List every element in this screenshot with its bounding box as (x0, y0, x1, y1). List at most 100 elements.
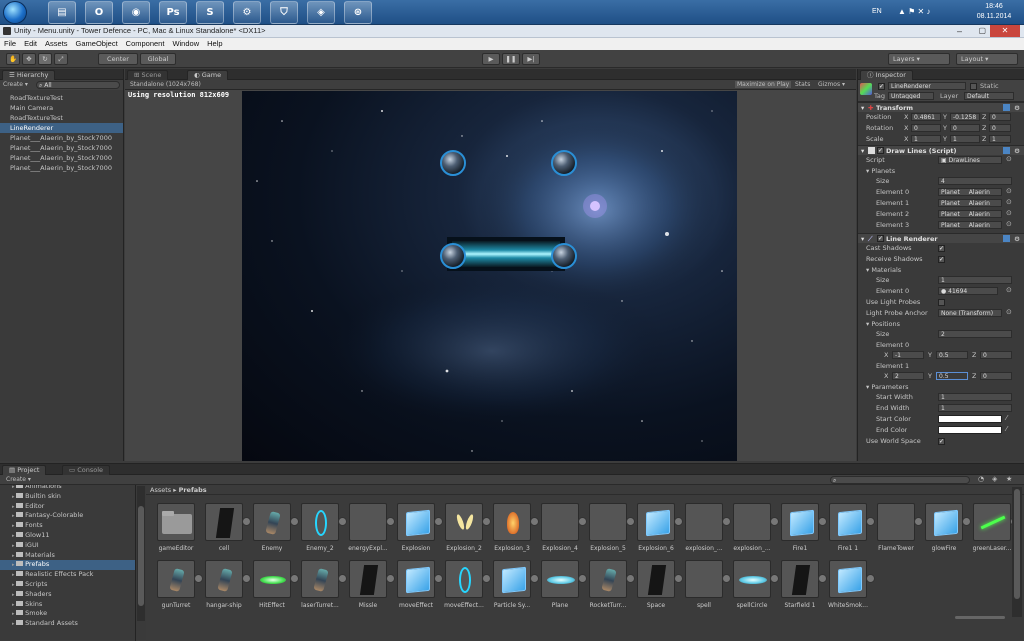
asset-item[interactable]: Explosion_5 (588, 503, 635, 552)
asset-item[interactable]: moveEffect (396, 560, 443, 609)
scale-tool-button[interactable]: ⤢ (54, 53, 68, 65)
position-x-field[interactable]: -1 (892, 351, 924, 359)
object-picker-icon[interactable]: ⊙ (1006, 187, 1012, 195)
expand-prefab-arrow-icon[interactable] (242, 574, 251, 583)
menu-gameobject[interactable]: GameObject (76, 38, 118, 50)
asset-item[interactable]: Fire1 (780, 503, 827, 552)
expand-prefab-arrow-icon[interactable] (770, 574, 779, 583)
asset-item[interactable]: laserTurret... (300, 560, 347, 609)
folder-item[interactable]: ▸ Shaders (0, 590, 135, 600)
expand-prefab-arrow-icon[interactable] (290, 574, 299, 583)
transform-x-field[interactable]: 0 (911, 124, 941, 132)
asset-item[interactable]: WhiteSmok... (828, 560, 875, 609)
planets-foldout[interactable]: ▾ Planets (858, 166, 1024, 176)
folder-item[interactable]: ▸ iGUI (0, 541, 135, 551)
play-button[interactable]: ▶ (482, 53, 500, 65)
help-icon[interactable] (1003, 104, 1010, 111)
filter-type-icon[interactable]: ◔ (978, 475, 984, 483)
layers-dropdown[interactable]: Layers ▾ (888, 53, 950, 65)
menu-edit[interactable]: Edit (24, 38, 37, 50)
tray-icons[interactable]: ▲ ⚑ ✕ ♪ (898, 7, 930, 16)
clock-time[interactable]: 18:46 (974, 3, 1014, 10)
breadcrumb-prefabs[interactable]: Prefabs (179, 486, 207, 494)
pivot-center-button[interactable]: Center (98, 53, 138, 65)
static-checkbox[interactable] (970, 83, 977, 90)
expand-prefab-arrow-icon[interactable] (338, 574, 347, 583)
component-enabled-checkbox[interactable]: ✓ (877, 147, 884, 154)
language-indicator[interactable]: EN (872, 8, 882, 15)
asset-item[interactable]: Fire1 1 (828, 503, 875, 552)
object-name-field[interactable]: LineRenderer (888, 82, 966, 90)
asset-item[interactable]: gameEditor (156, 503, 196, 552)
asset-item[interactable]: Explosion_2 (444, 503, 491, 552)
expand-prefab-arrow-icon[interactable] (674, 517, 683, 526)
hierarchy-search-input[interactable]: ⌕ All (36, 81, 120, 89)
position-z-field[interactable]: 0 (980, 372, 1012, 380)
asset-item[interactable]: glowFire (924, 503, 971, 552)
menu-assets[interactable]: Assets (45, 38, 68, 50)
move-tool-button[interactable]: ✥ (22, 53, 36, 65)
planet-element-field[interactable]: Planet___Alaerin (938, 210, 1002, 218)
position-element-label[interactable]: Element 1 (858, 361, 1024, 371)
asset-item[interactable]: Explosion_6 (636, 503, 683, 552)
script-field[interactable]: ▣ DrawLines (938, 156, 1002, 164)
hierarchy-item[interactable]: LineRenderer (0, 123, 123, 133)
expand-prefab-arrow-icon[interactable] (434, 517, 443, 526)
folder-item[interactable]: ▸ Glow11 (0, 531, 135, 541)
hand-tool-button[interactable]: ✋ (6, 53, 20, 65)
expand-prefab-arrow-icon[interactable] (722, 517, 731, 526)
asset-item[interactable]: spell (684, 560, 731, 609)
asset-item[interactable]: Missle (348, 560, 395, 609)
end-width-field[interactable]: 1 (938, 404, 1012, 412)
start-button[interactable] (3, 1, 27, 24)
minimize-button[interactable]: – (957, 25, 962, 37)
folder-scrollbar[interactable] (137, 486, 145, 621)
expand-prefab-arrow-icon[interactable] (194, 574, 203, 583)
hierarchy-item[interactable]: Planet___Alaerin_by_Stock7000 (0, 143, 123, 153)
material-element-field[interactable]: ● 41694 (938, 287, 998, 295)
gizmos-dropdown[interactable]: Gizmos ▾ (818, 81, 845, 88)
hierarchy-item[interactable]: Planet___Alaerin_by_Stock7000 (0, 153, 123, 163)
tab-game[interactable]: ◐ Game (187, 70, 229, 80)
step-button[interactable]: ▶| (522, 53, 540, 65)
object-picker-icon[interactable]: ⊙ (1006, 308, 1012, 316)
object-picker-icon[interactable]: ⊙ (1006, 155, 1012, 163)
expand-prefab-arrow-icon[interactable] (578, 574, 587, 583)
start-color-swatch[interactable] (938, 415, 1002, 423)
object-picker-icon[interactable]: ⊙ (1006, 198, 1012, 206)
position-element-label[interactable]: Element 0 (858, 340, 1024, 350)
close-button[interactable]: ✕ (990, 25, 1020, 37)
tab-hierarchy[interactable]: ☰ Hierarchy (2, 70, 56, 80)
pause-button[interactable]: ❚❚ (502, 53, 520, 65)
draw-lines-header[interactable]: ▾ ✓ Draw Lines (Script) ⚙ (858, 145, 1024, 155)
asset-item[interactable]: Plane (540, 560, 587, 609)
network-icon[interactable]: ⊛ (344, 1, 372, 24)
hierarchy-create-button[interactable]: Create ▾ (3, 81, 28, 88)
expand-prefab-arrow-icon[interactable] (386, 574, 395, 583)
light-probe-anchor-field[interactable]: None (Transform) (938, 309, 1002, 317)
receive-shadows-checkbox[interactable]: ✓ (938, 256, 945, 263)
folder-item[interactable]: ▸ Scripts (0, 580, 135, 590)
favorite-star-icon[interactable]: ★ (1006, 475, 1012, 483)
unity-icon[interactable]: ◈ (307, 1, 335, 24)
asset-item[interactable]: Enemy (252, 503, 299, 552)
project-create-button[interactable]: Create ▾ (6, 476, 31, 483)
project-search-input[interactable]: ⌕ (830, 476, 970, 484)
object-picker-icon[interactable]: ⊙ (1006, 220, 1012, 228)
asset-item[interactable]: Particle Sy... (492, 560, 539, 609)
position-z-field[interactable]: 0 (980, 351, 1012, 359)
stats-toggle[interactable]: Stats (795, 81, 810, 88)
layer-dropdown[interactable]: Default (964, 92, 1014, 100)
transform-y-field[interactable]: 1 (950, 135, 980, 143)
explorer-icon[interactable]: ▤ (48, 1, 76, 24)
use-world-space-checkbox[interactable]: ✓ (938, 438, 945, 445)
eyedropper-icon[interactable]: ⁄ (1006, 425, 1007, 433)
maximize-button[interactable]: ▢ (978, 25, 986, 37)
breadcrumb-assets[interactable]: Assets (150, 486, 171, 494)
expand-prefab-arrow-icon[interactable] (722, 574, 731, 583)
folder-item[interactable]: ▸ Smoke (0, 609, 135, 619)
positions-size-field[interactable]: 2 (938, 330, 1012, 338)
skype-icon[interactable]: S (196, 1, 224, 24)
folder-item[interactable]: ▸ Standard Assets (0, 619, 135, 629)
expand-prefab-arrow-icon[interactable] (434, 574, 443, 583)
